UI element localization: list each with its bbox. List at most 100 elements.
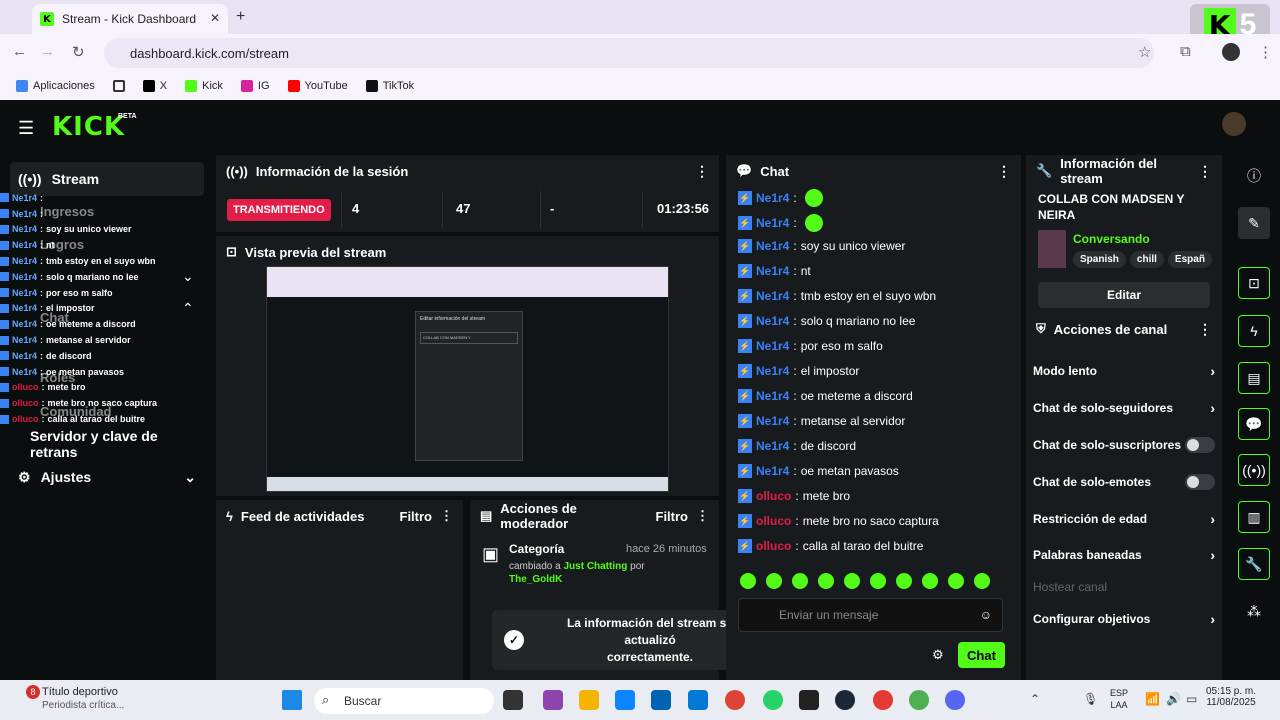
- mod-filter-button[interactable]: Filtro: [656, 509, 689, 524]
- emote-icon[interactable]: [948, 573, 964, 589]
- emoji-picker-icon[interactable]: ☺: [980, 608, 992, 622]
- bolt-icon[interactable]: ϟ: [1238, 315, 1270, 347]
- close-tab-icon[interactable]: ✕: [210, 11, 220, 25]
- chat-username[interactable]: Ne1r4: [756, 216, 789, 230]
- category-name[interactable]: Conversando: [1073, 232, 1150, 246]
- back-icon[interactable]: ←: [12, 43, 27, 60]
- feed-filter-button[interactable]: Filtro: [400, 509, 433, 524]
- layout-icon[interactable]: ▥: [1238, 501, 1270, 533]
- emote-icon[interactable]: [974, 573, 990, 589]
- emote-icon[interactable]: [792, 573, 808, 589]
- banned-words-row[interactable]: Palabras baneadas ›: [1033, 547, 1215, 563]
- browser-tab[interactable]: K Stream - Kick Dashboard ✕: [32, 4, 228, 34]
- capcut-icon[interactable]: [799, 690, 819, 710]
- kick-logo[interactable]: KICK: [52, 112, 125, 142]
- sidebar-item-ajustes[interactable]: ⚙ Ajustes ⌄: [10, 460, 204, 494]
- windows-start-icon[interactable]: [282, 690, 302, 710]
- reload-icon[interactable]: ↻: [72, 43, 85, 61]
- chat-username[interactable]: Ne1r4: [756, 389, 789, 403]
- more-options-icon[interactable]: ⋮: [695, 163, 709, 180]
- chat-bubble-icon[interactable]: 💬: [1238, 408, 1270, 440]
- document-icon[interactable]: ▤: [1238, 362, 1270, 394]
- chevron-up-icon[interactable]: ⌃: [182, 300, 194, 317]
- chat-username[interactable]: olluco: [756, 489, 791, 503]
- language-indicator[interactable]: ESP LAA: [1110, 687, 1128, 711]
- more-options-icon[interactable]: ⋮: [696, 508, 709, 524]
- chat-message-input[interactable]: Enviar un mensaje ☺: [738, 598, 1003, 632]
- chat-username[interactable]: Ne1r4: [756, 314, 789, 328]
- info-icon[interactable]: ⓘ: [1238, 160, 1270, 192]
- more-options-icon[interactable]: ⋮: [1198, 163, 1212, 180]
- bookmark-apps[interactable]: Aplicaciones: [16, 80, 95, 92]
- taskbar-search[interactable]: Buscar: [314, 688, 494, 714]
- outlook-icon[interactable]: [688, 690, 708, 710]
- store-icon[interactable]: [651, 690, 671, 710]
- bookmark-youtube[interactable]: YouTube: [287, 80, 348, 92]
- broadcast-icon[interactable]: ((•)): [1238, 454, 1270, 486]
- news-title[interactable]: Título deportivo: [42, 686, 118, 698]
- bookmark-kick[interactable]: Kick: [185, 80, 223, 92]
- forward-icon[interactable]: →: [40, 43, 55, 60]
- user-link[interactable]: The_GoldK: [509, 574, 562, 585]
- pencil-icon[interactable]: ✎: [1238, 207, 1270, 239]
- bookmark-ig[interactable]: IG: [240, 80, 270, 92]
- slow-mode-row[interactable]: Modo lento ›: [1033, 363, 1215, 379]
- volume-icon[interactable]: 🔊: [1166, 692, 1181, 706]
- chat-username[interactable]: Ne1r4: [756, 414, 789, 428]
- emote-icon[interactable]: [870, 573, 886, 589]
- chat-username[interactable]: olluco: [756, 514, 791, 528]
- bookmark-star-icon[interactable]: ☆: [1138, 43, 1151, 61]
- browser-menu-icon[interactable]: ⋮: [1258, 43, 1273, 61]
- emote-icon[interactable]: [844, 573, 860, 589]
- app-icon[interactable]: [873, 690, 893, 710]
- discord-icon[interactable]: [945, 690, 965, 710]
- chevron-down-icon[interactable]: ⌄: [182, 268, 194, 285]
- stream-preview-video[interactable]: Editar información del stream COLLAB CON…: [266, 266, 669, 492]
- user-avatar[interactable]: [1222, 112, 1246, 136]
- chat-username[interactable]: Ne1r4: [756, 364, 789, 378]
- edge-icon[interactable]: [615, 690, 635, 710]
- add-widget-icon[interactable]: ⁂: [1238, 595, 1270, 627]
- chat-settings-gear-icon[interactable]: ⚙: [932, 647, 944, 663]
- chat-username[interactable]: Ne1r4: [756, 191, 789, 205]
- chat-username[interactable]: Ne1r4: [756, 289, 789, 303]
- emote-icon[interactable]: [766, 573, 782, 589]
- battery-icon[interactable]: ▭: [1186, 692, 1197, 706]
- microphone-icon[interactable]: 🎙: [1083, 692, 1098, 706]
- url-field[interactable]: dashboard.kick.com/stream: [104, 38, 1154, 68]
- sidebar-item-servidor[interactable]: Servidor y clave de retrans: [10, 427, 204, 461]
- chat-username[interactable]: Ne1r4: [756, 339, 789, 353]
- emote-icon[interactable]: [740, 573, 756, 589]
- send-chat-button[interactable]: Chat: [958, 642, 1005, 668]
- set-goals-row[interactable]: Configurar objetivos ›: [1033, 611, 1215, 627]
- new-tab-icon[interactable]: +: [236, 8, 245, 26]
- chrome-profile-icon[interactable]: [909, 690, 929, 710]
- category-link[interactable]: Just Chatting: [563, 561, 627, 572]
- wrench-icon[interactable]: 🔧: [1238, 548, 1270, 580]
- preview-icon[interactable]: ⊡: [1238, 267, 1270, 299]
- extensions-icon[interactable]: ⧉: [1180, 43, 1191, 60]
- profile-avatar[interactable]: [1222, 43, 1240, 61]
- more-options-icon[interactable]: ⋮: [440, 508, 453, 524]
- followers-only-row[interactable]: Chat de solo-seguidores ›: [1033, 400, 1215, 416]
- bookmark-tiktok[interactable]: TikTok: [365, 80, 414, 92]
- wifi-icon[interactable]: 📶: [1145, 692, 1160, 706]
- subscribers-only-toggle[interactable]: [1185, 437, 1215, 453]
- chat-username[interactable]: olluco: [756, 539, 791, 553]
- chat-username[interactable]: Ne1r4: [756, 239, 789, 253]
- more-options-icon[interactable]: ⋮: [997, 163, 1011, 180]
- bookmark-grid[interactable]: [112, 80, 125, 92]
- chat-username[interactable]: Ne1r4: [756, 439, 789, 453]
- file-explorer-icon[interactable]: [579, 690, 599, 710]
- task-view-icon[interactable]: [503, 690, 523, 710]
- chat-username[interactable]: Ne1r4: [756, 464, 789, 478]
- chrome-icon[interactable]: [725, 690, 745, 710]
- copilot-icon[interactable]: [543, 690, 563, 710]
- edit-stream-button[interactable]: Editar: [1038, 282, 1210, 308]
- bookmark-x[interactable]: X: [142, 80, 167, 92]
- steam-icon[interactable]: [835, 690, 855, 710]
- chat-username[interactable]: Ne1r4: [756, 264, 789, 278]
- age-restriction-row[interactable]: Restricción de edad ›: [1033, 511, 1215, 527]
- emotes-only-toggle[interactable]: [1185, 474, 1215, 490]
- whatsapp-icon[interactable]: [763, 690, 783, 710]
